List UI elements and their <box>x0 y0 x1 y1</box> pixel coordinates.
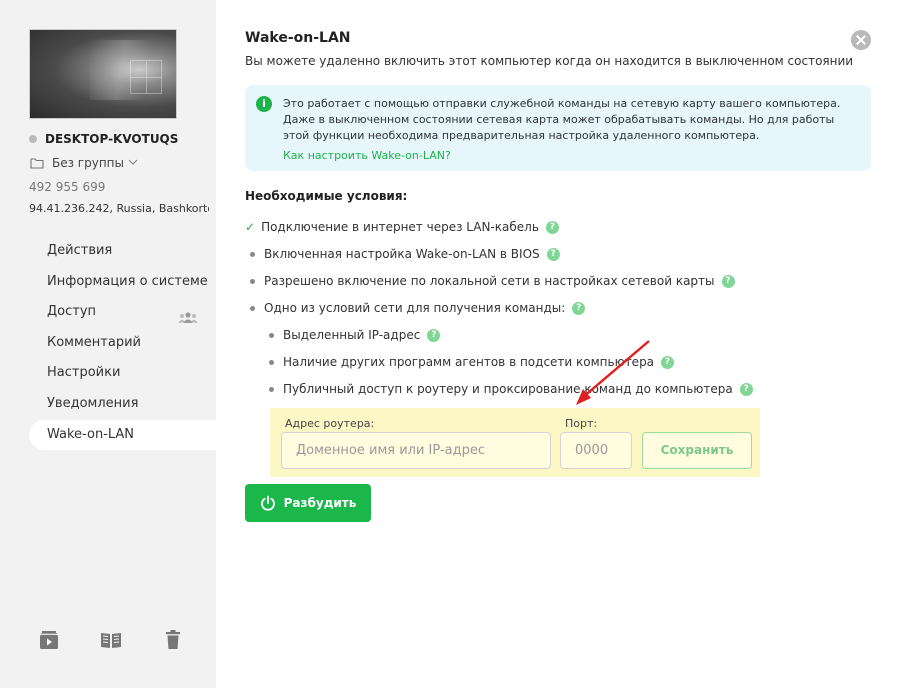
wake-up-label: Разбудить <box>283 496 357 510</box>
computer-ip-location: 94.41.236.242, Russia, Bashkortostan <box>29 202 209 215</box>
requirement-item: Включенная настройка Wake-on-LAN в BIOS … <box>245 247 560 261</box>
router-settings-box: Адрес роутера: Порт: Доменное имя или IP… <box>270 408 760 477</box>
bullet-icon <box>250 251 255 257</box>
setup-help-link[interactable]: Как настроить Wake-on-LAN? <box>283 149 451 162</box>
requirement-label: Подключение в интернет через LAN-кабель <box>261 220 539 234</box>
help-icon[interactable]: ? <box>721 274 735 288</box>
sidebar-item-label: Доступ <box>47 304 97 320</box>
router-address-label: Адрес роутера: <box>285 417 375 430</box>
bullet-icon <box>269 332 274 338</box>
save-button[interactable]: Сохранить <box>642 432 752 469</box>
requirement-item: ✓ Подключение в интернет через LAN-кабел… <box>245 220 559 234</box>
help-icon[interactable]: ? <box>427 328 441 342</box>
sidebar-item-label: Комментарий <box>47 334 141 350</box>
sidebar-item-system-info[interactable]: Информация о системе <box>29 267 216 298</box>
sidebar-item-label: Уведомления <box>47 395 139 411</box>
sidebar-item-wake-on-lan[interactable]: Wake-on-LAN <box>29 419 216 451</box>
sidebar-bottom-toolbar <box>37 628 185 652</box>
help-icon[interactable]: ? <box>546 247 560 261</box>
red-arrow-annotation <box>576 340 650 405</box>
page-title: Wake-on-LAN <box>245 30 351 46</box>
requirement-label: Одно из условий сети для получения коман… <box>264 301 566 315</box>
help-icon[interactable]: ? <box>661 355 675 369</box>
sidebar-item-access[interactable]: Доступ <box>29 297 216 328</box>
bullet-icon <box>269 386 274 392</box>
help-icon[interactable]: ? <box>739 382 753 396</box>
sidebar-item-label: Действия <box>47 243 113 258</box>
status-dot-icon <box>29 135 37 143</box>
info-icon: i <box>256 96 272 112</box>
help-icon[interactable]: ? <box>572 301 586 315</box>
requirement-item: Одно из условий сети для получения коман… <box>245 301 586 315</box>
requirements-title: Необходимые условия: <box>245 189 408 203</box>
group-selector[interactable]: Без группы <box>30 156 146 170</box>
group-label: Без группы <box>52 156 124 170</box>
bullet-icon <box>250 305 255 311</box>
info-box: i Это работает с помощью отправки служеб… <box>245 85 871 171</box>
bullet-icon <box>250 278 255 284</box>
requirement-label: Разрешено включение по локальной сети в … <box>264 274 715 288</box>
sidebar-item-label: Информация о системе <box>47 273 208 289</box>
close-icon[interactable] <box>851 30 871 50</box>
port-label: Порт: <box>565 417 598 430</box>
requirement-item: Разрешено включение по локальной сети в … <box>245 274 735 288</box>
network-condition-item: Выделенный IP-адрес ? <box>264 328 441 342</box>
windows-logo-icon <box>130 60 162 94</box>
computer-name-label: DESKTOP-KVOTUQS <box>45 132 179 146</box>
computer-screenshot-thumbnail[interactable] <box>29 29 177 119</box>
network-condition-label: Выделенный IP-адрес <box>283 328 421 342</box>
help-icon[interactable]: ? <box>545 220 559 234</box>
router-address-input[interactable]: Доменное имя или IP-адрес <box>281 432 551 469</box>
wake-up-button[interactable]: Разбудить <box>245 484 371 522</box>
folder-icon <box>30 158 44 169</box>
sidebar-nav: Действия Информация о системе Доступ Ком… <box>29 236 216 451</box>
network-condition-item: Публичный доступ к роутеру и проксирован… <box>264 382 753 396</box>
chevron-down-icon <box>128 158 146 169</box>
power-icon <box>260 495 275 511</box>
sidebar-item-notifications[interactable]: Уведомления <box>29 389 216 420</box>
computer-id: 492 955 699 <box>29 180 106 194</box>
sidebar-item-settings[interactable]: Настройки <box>29 358 216 389</box>
page-subtitle: Вы можете удаленно включить этот компьют… <box>245 54 854 68</box>
check-icon: ✓ <box>245 220 256 234</box>
book-icon[interactable] <box>99 628 123 652</box>
trash-icon[interactable] <box>161 628 185 652</box>
video-icon[interactable] <box>37 628 61 652</box>
computer-name: DESKTOP-KVOTUQS <box>29 132 178 146</box>
port-input[interactable]: 0000 <box>560 432 632 469</box>
network-condition-label: Публичный доступ к роутеру и проксирован… <box>283 382 733 396</box>
info-text: Это работает с помощью отправки служебно… <box>283 97 841 142</box>
requirement-label: Включенная настройка Wake-on-LAN в BIOS <box>264 247 540 261</box>
sidebar-item-comment[interactable]: Комментарий <box>29 328 216 359</box>
sidebar-item-label: Wake-on-LAN <box>47 426 135 442</box>
sidebar: DESKTOP-KVOTUQS Без группы 492 955 699 9… <box>0 0 216 688</box>
bullet-icon <box>269 359 274 365</box>
sidebar-item-label: Настройки <box>47 365 121 381</box>
sidebar-item-actions[interactable]: Действия <box>29 236 216 267</box>
